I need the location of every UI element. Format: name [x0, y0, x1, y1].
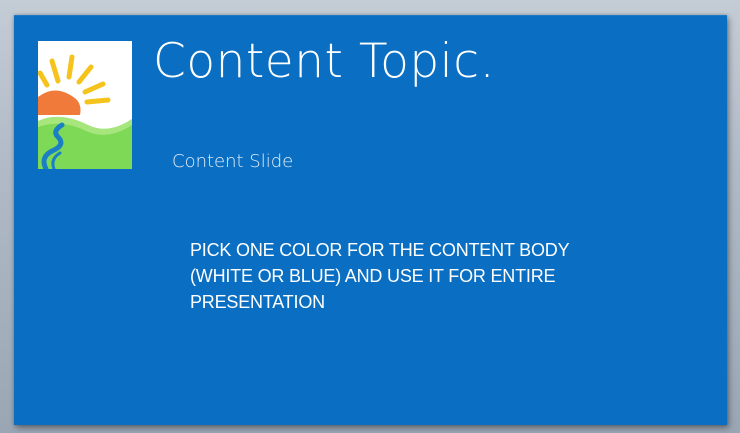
body-line: PICK ONE COLOR FOR THE CONTENT BODY	[190, 240, 570, 260]
slide-title[interactable]: Content Topic.	[153, 34, 495, 89]
slide-body[interactable]: PICK ONE COLOR FOR THE CONTENT BODY (WHI…	[190, 237, 680, 315]
slide-subtitle[interactable]: Content Slide	[172, 151, 293, 172]
body-line: (WHITE OR BLUE) AND USE IT FOR ENTIRE	[190, 266, 556, 286]
body-line: PRESENTATION	[190, 292, 325, 312]
content-slide[interactable]: Content Topic. Content Slide PICK ONE CO…	[14, 15, 727, 425]
logo	[38, 41, 132, 169]
sunrise-landscape-icon	[38, 41, 132, 169]
